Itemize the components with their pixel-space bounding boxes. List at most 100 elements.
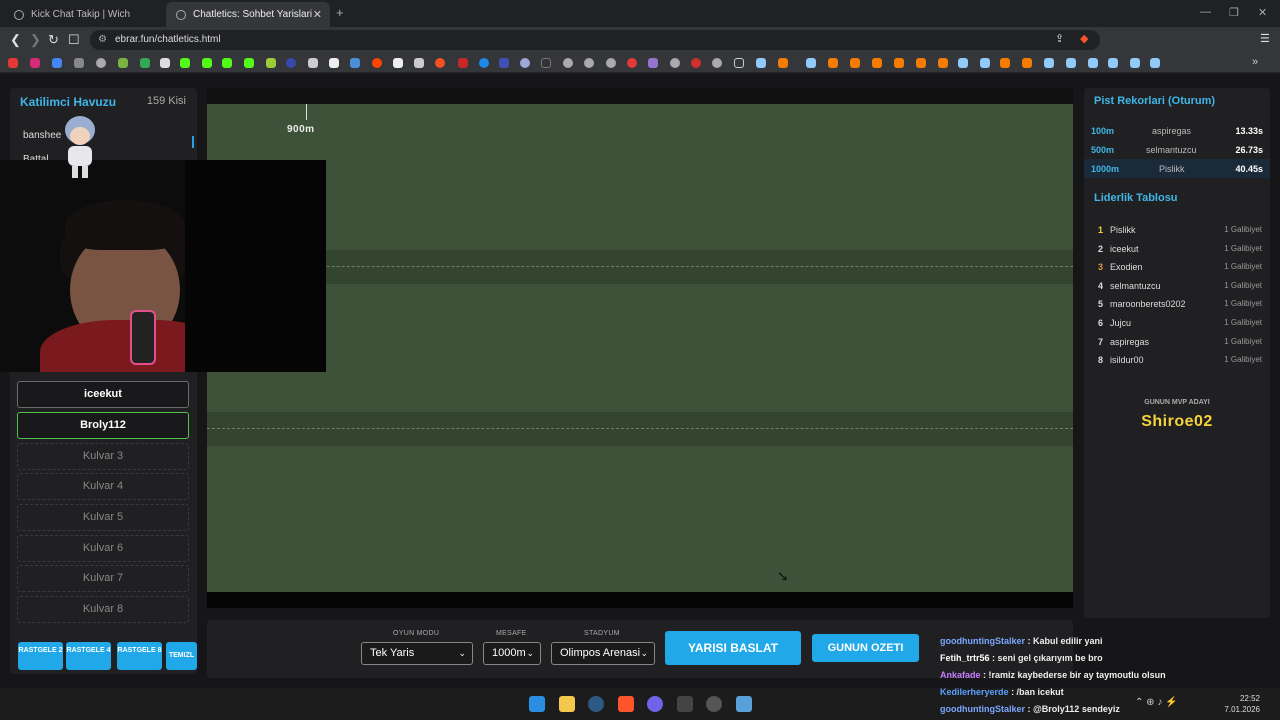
lane-3[interactable]: Kulvar 3 [17,443,189,470]
steam-icon[interactable] [1150,58,1160,68]
chat-username[interactable]: goodhuntingStalker [940,704,1025,714]
random-2-button[interactable]: RASTGELE 2 [18,642,63,670]
bookmark-icon[interactable] [458,58,468,68]
bookmark-icon[interactable] [74,58,84,68]
lane-1[interactable]: iceekut [17,381,189,408]
chat-username[interactable]: Kedilerheryerde [940,687,1009,697]
bookmark-icon[interactable] [712,58,722,68]
bookmark-icon[interactable] [850,58,860,68]
lane-7[interactable]: Kulvar 7 [17,565,189,592]
tab-chatletics[interactable]: Chatletics: Sohbet Yarislari ✕ [166,2,330,27]
site-settings-icon[interactable]: ⚙ [98,30,107,50]
mode-select[interactable]: Tek Yaris ⌄ [361,642,473,665]
steam-icon[interactable] [1088,58,1098,68]
menu-icon[interactable]: ☰ [1260,32,1270,45]
kick-icon[interactable] [202,58,212,68]
app-icon[interactable] [677,696,693,712]
more-bookmarks-icon[interactable]: » [1252,56,1258,68]
steam-icon[interactable] [958,58,968,68]
start-race-button[interactable]: YARISI BASLAT [665,631,801,665]
lane-6[interactable]: Kulvar 6 [17,535,189,562]
bookmark-icon[interactable] [627,58,637,68]
bookmark-icon[interactable] [479,58,489,68]
bookmark-icon[interactable] [894,58,904,68]
steam-icon[interactable] [1108,58,1118,68]
steam-icon[interactable] [756,58,766,68]
lane-5[interactable]: Kulvar 5 [17,504,189,531]
bookmark-icon[interactable] [563,58,573,68]
bookmark-icon[interactable] [435,58,445,68]
lane-2[interactable]: Broly112 [17,412,189,439]
bookmark-icon[interactable] [499,58,509,68]
kick-icon[interactable] [222,58,232,68]
kick-icon[interactable] [244,58,254,68]
bookmark-icon[interactable] [778,58,788,68]
steam-icon[interactable] [588,696,604,712]
bookmark-icon[interactable] [266,58,276,68]
bookmark-icon[interactable] [308,58,318,68]
url-field[interactable]: ⚙ ebrar.fun/chatletics.html [90,30,1100,50]
clear-button[interactable]: TEMIZL [166,642,197,670]
reddit-icon[interactable] [372,58,382,68]
pool-scrollbar[interactable] [192,136,194,148]
bookmark-icon[interactable] [30,58,40,68]
bookmark-icon[interactable] [286,58,296,68]
system-clock[interactable]: 22:52 7.01.2026 [1224,693,1260,715]
stadium-select[interactable]: Olimpos Arenasi ⌄ [551,642,655,665]
chat-username[interactable]: Ankafade [940,670,981,680]
daily-summary-button[interactable]: GUNUN OZETI [812,634,919,662]
brave-icon[interactable] [618,696,634,712]
bookmark-icon[interactable] [140,58,150,68]
steam-icon[interactable] [1130,58,1140,68]
chat-username[interactable]: Fetih_trtr56 [940,653,990,663]
bookmark-icon[interactable] [393,58,403,68]
chat-username[interactable]: goodhuntingStalker [940,636,1025,646]
bookmark-icon[interactable] [414,58,424,68]
share-icon[interactable]: ⇪ [1055,32,1064,45]
bookmark-icon[interactable] [648,58,658,68]
bookmark-icon[interactable] [541,58,551,68]
bookmark-icon[interactable] [520,58,530,68]
app-icon[interactable] [736,696,752,712]
bookmark-icon[interactable] [938,58,948,68]
random-4-button[interactable]: RASTGELE 4 [66,642,111,670]
discord-icon[interactable] [647,696,663,712]
minimize-icon[interactable]: — [1200,6,1211,18]
bookmark-icon[interactable] [8,58,18,68]
back-icon[interactable]: ❮ [10,32,21,48]
steam-icon[interactable] [1066,58,1076,68]
lane-4[interactable]: Kulvar 4 [17,473,189,500]
bookmark-icon[interactable] [916,58,926,68]
bookmark-icon[interactable] [160,58,170,68]
tab-kick-chat[interactable]: Kick Chat Takip | Wich [4,2,164,27]
bookmark-icon[interactable] [670,58,680,68]
bookmark-icon[interactable] [584,58,594,68]
bookmark-icon[interactable] [118,58,128,68]
windows-start-icon[interactable] [529,696,545,712]
x-icon[interactable] [329,58,339,68]
bookmark-icon[interactable] [96,58,106,68]
reload-icon[interactable]: ↻ [48,32,59,48]
maximize-icon[interactable]: ❐ [1229,6,1239,19]
kick-icon[interactable] [180,58,190,68]
folder-icon[interactable] [734,58,744,68]
random-8-button[interactable]: RASTGELE 8 [117,642,162,670]
bookmark-icon[interactable]: ☐ [68,32,80,48]
file-explorer-icon[interactable] [559,696,575,712]
bookmark-icon[interactable] [872,58,882,68]
bookmark-icon[interactable] [350,58,360,68]
forward-icon[interactable]: ❯ [30,32,41,48]
bookmark-icon[interactable] [1000,58,1010,68]
bookmark-icon[interactable] [52,58,62,68]
obs-icon[interactable] [706,696,722,712]
steam-icon[interactable] [1044,58,1054,68]
bookmark-icon[interactable] [691,58,701,68]
lane-8[interactable]: Kulvar 8 [17,596,189,623]
steam-icon[interactable] [806,58,816,68]
brave-shield-icon[interactable]: ◆ [1080,32,1088,45]
bookmark-icon[interactable] [606,58,616,68]
bookmark-icon[interactable] [1022,58,1032,68]
bookmark-icon[interactable] [828,58,838,68]
pool-item[interactable]: banshee [23,130,61,141]
close-tab-icon[interactable]: ✕ [313,8,322,21]
